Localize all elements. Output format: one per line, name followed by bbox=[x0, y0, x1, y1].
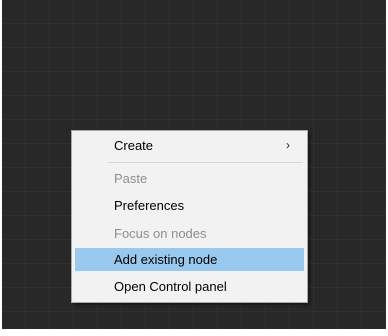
menu-item-preferences[interactable]: Preferences bbox=[75, 194, 304, 217]
context-menu: Create › Paste Preferences Focus on node… bbox=[71, 130, 308, 303]
menu-item-paste[interactable]: Paste bbox=[75, 167, 304, 190]
menu-item-create[interactable]: Create › bbox=[75, 134, 304, 157]
menu-item-add-existing-node[interactable]: Add existing node bbox=[75, 248, 304, 271]
menu-item-open-control-panel-label: Open Control panel bbox=[114, 279, 227, 294]
menu-item-preferences-label: Preferences bbox=[114, 198, 185, 213]
chevron-right-icon: › bbox=[286, 138, 290, 152]
menu-item-focus-on-nodes-label: Focus on nodes bbox=[114, 226, 207, 241]
menu-item-create-label: Create bbox=[114, 138, 154, 153]
menu-separator bbox=[108, 162, 303, 163]
menu-item-open-control-panel[interactable]: Open Control panel bbox=[75, 275, 304, 298]
menu-item-add-existing-node-label: Add existing node bbox=[114, 252, 218, 267]
menu-item-focus-on-nodes[interactable]: Focus on nodes bbox=[75, 222, 304, 245]
menu-item-paste-label: Paste bbox=[114, 171, 148, 186]
